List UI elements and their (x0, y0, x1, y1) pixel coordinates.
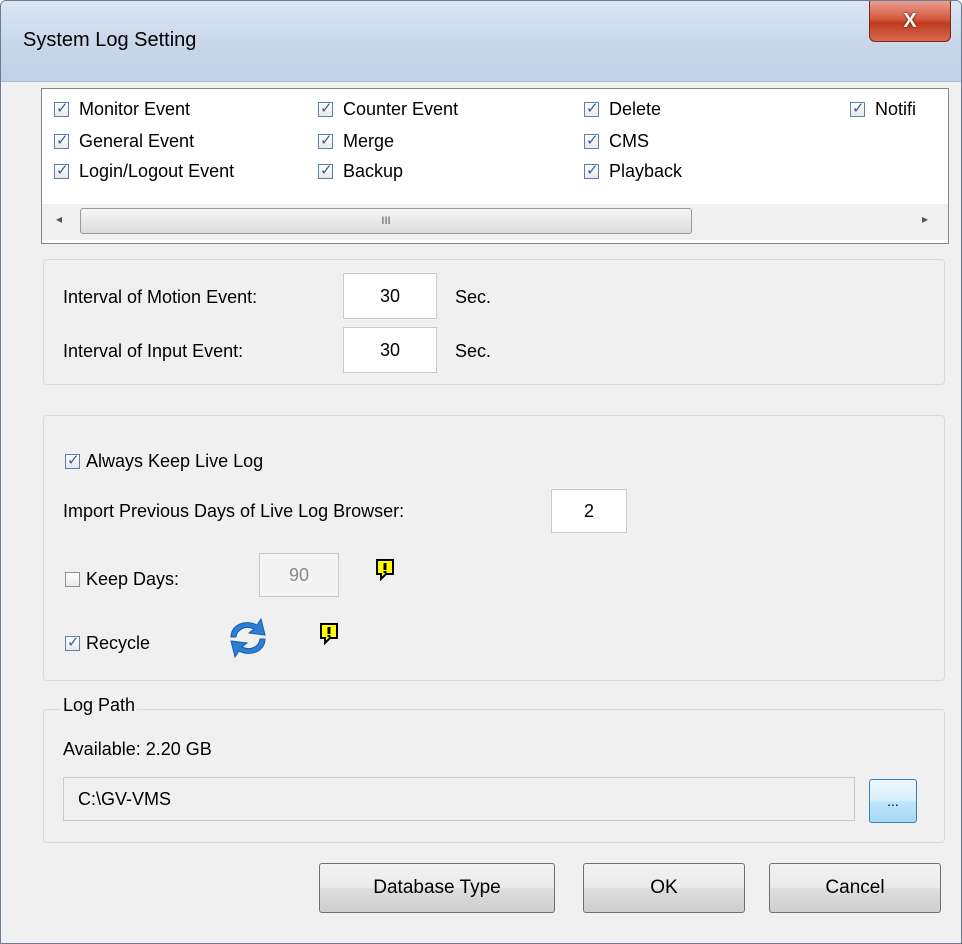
list-item[interactable]: Delete (584, 97, 661, 121)
recycle-icon[interactable] (223, 613, 273, 663)
keep-days-input[interactable]: 90 (259, 553, 339, 597)
log-path-value: C:\GV-VMS (78, 788, 172, 809)
checkbox[interactable] (584, 161, 599, 179)
checkbox[interactable] (318, 161, 333, 179)
close-icon: X (903, 9, 917, 32)
input-interval-input[interactable]: 30 (343, 327, 437, 373)
keep-days-checkbox[interactable]: Keep Days: (65, 567, 179, 591)
window-title: System Log Setting (23, 29, 197, 51)
list-item-label: Notifi (875, 98, 917, 119)
dialog-window: System Log Setting X Monitor Event Gener… (0, 0, 962, 944)
list-item[interactable]: CMS (584, 129, 649, 153)
list-item-label: Merge (343, 130, 395, 151)
checkbox[interactable] (850, 99, 865, 117)
list-item-label: Login/Logout Event (79, 160, 235, 181)
available-space-label: Available: 2.20 GB (63, 739, 212, 759)
list-item-label: Delete (609, 98, 662, 119)
horizontal-scrollbar[interactable]: ◂ III ▸ (42, 204, 948, 240)
list-item-label: Monitor Event (79, 98, 191, 119)
list-item-label: CMS (609, 130, 649, 151)
list-item[interactable]: Notifi (850, 97, 916, 121)
checkbox[interactable] (65, 571, 80, 587)
motion-interval-label: Interval of Motion Event: (63, 287, 258, 307)
list-item[interactable]: Counter Event (318, 97, 458, 121)
title-bar[interactable]: System Log Setting X (1, 1, 961, 82)
checkbox[interactable] (584, 131, 599, 149)
list-item[interactable]: Monitor Event (54, 97, 190, 121)
input-interval-label: Interval of Input Event: (63, 341, 244, 361)
checkbox[interactable] (54, 161, 69, 179)
warning-icon[interactable] (319, 623, 339, 645)
warning-icon[interactable] (375, 559, 395, 581)
motion-interval-input[interactable]: 30 (343, 273, 437, 319)
close-button[interactable]: X (869, 1, 951, 42)
list-item-label: Playback (609, 160, 683, 181)
recycle-label: Recycle (86, 632, 151, 653)
checkbox[interactable] (318, 99, 333, 117)
list-item[interactable]: General Event (54, 129, 194, 153)
input-unit-label: Sec. (455, 341, 492, 361)
browse-button[interactable]: ... (869, 779, 917, 823)
scroll-thumb[interactable]: III (80, 208, 692, 234)
list-item-label: Counter Event (343, 98, 459, 119)
checkbox[interactable] (54, 99, 69, 117)
list-item[interactable]: Backup (318, 159, 403, 183)
cancel-button[interactable]: Cancel (769, 863, 941, 913)
always-keep-live-log-checkbox[interactable]: Always Keep Live Log (65, 449, 263, 473)
import-days-label: Import Previous Days of Live Log Browser… (63, 501, 405, 521)
list-item-label: General Event (79, 130, 195, 151)
log-path-group-label: Log Path (61, 695, 138, 716)
motion-unit-label: Sec. (455, 287, 492, 307)
list-item[interactable]: Login/Logout Event (54, 159, 234, 183)
checkbox[interactable] (65, 451, 80, 469)
list-item[interactable]: Playback (584, 159, 682, 183)
database-type-button[interactable]: Database Type (319, 863, 555, 913)
scroll-left-icon[interactable]: ◂ (56, 212, 62, 226)
checkbox[interactable] (54, 131, 69, 149)
event-checklist: Monitor Event General Event Login/Logout… (41, 88, 949, 244)
list-item[interactable]: Merge (318, 129, 394, 153)
interval-panel (43, 259, 945, 385)
import-days-input[interactable]: 2 (551, 489, 627, 533)
checkbox[interactable] (584, 99, 599, 117)
checkbox[interactable] (65, 633, 80, 651)
recycle-checkbox[interactable]: Recycle (65, 631, 150, 655)
keep-days-label: Keep Days: (86, 568, 180, 589)
scroll-right-icon[interactable]: ▸ (922, 212, 928, 226)
checkbox[interactable] (318, 131, 333, 149)
log-path-field[interactable]: C:\GV-VMS (63, 777, 855, 821)
log-path-group (43, 709, 945, 843)
list-item-label: Backup (343, 160, 404, 181)
always-keep-live-log-label: Always Keep Live Log (86, 450, 264, 471)
ok-button[interactable]: OK (583, 863, 745, 913)
